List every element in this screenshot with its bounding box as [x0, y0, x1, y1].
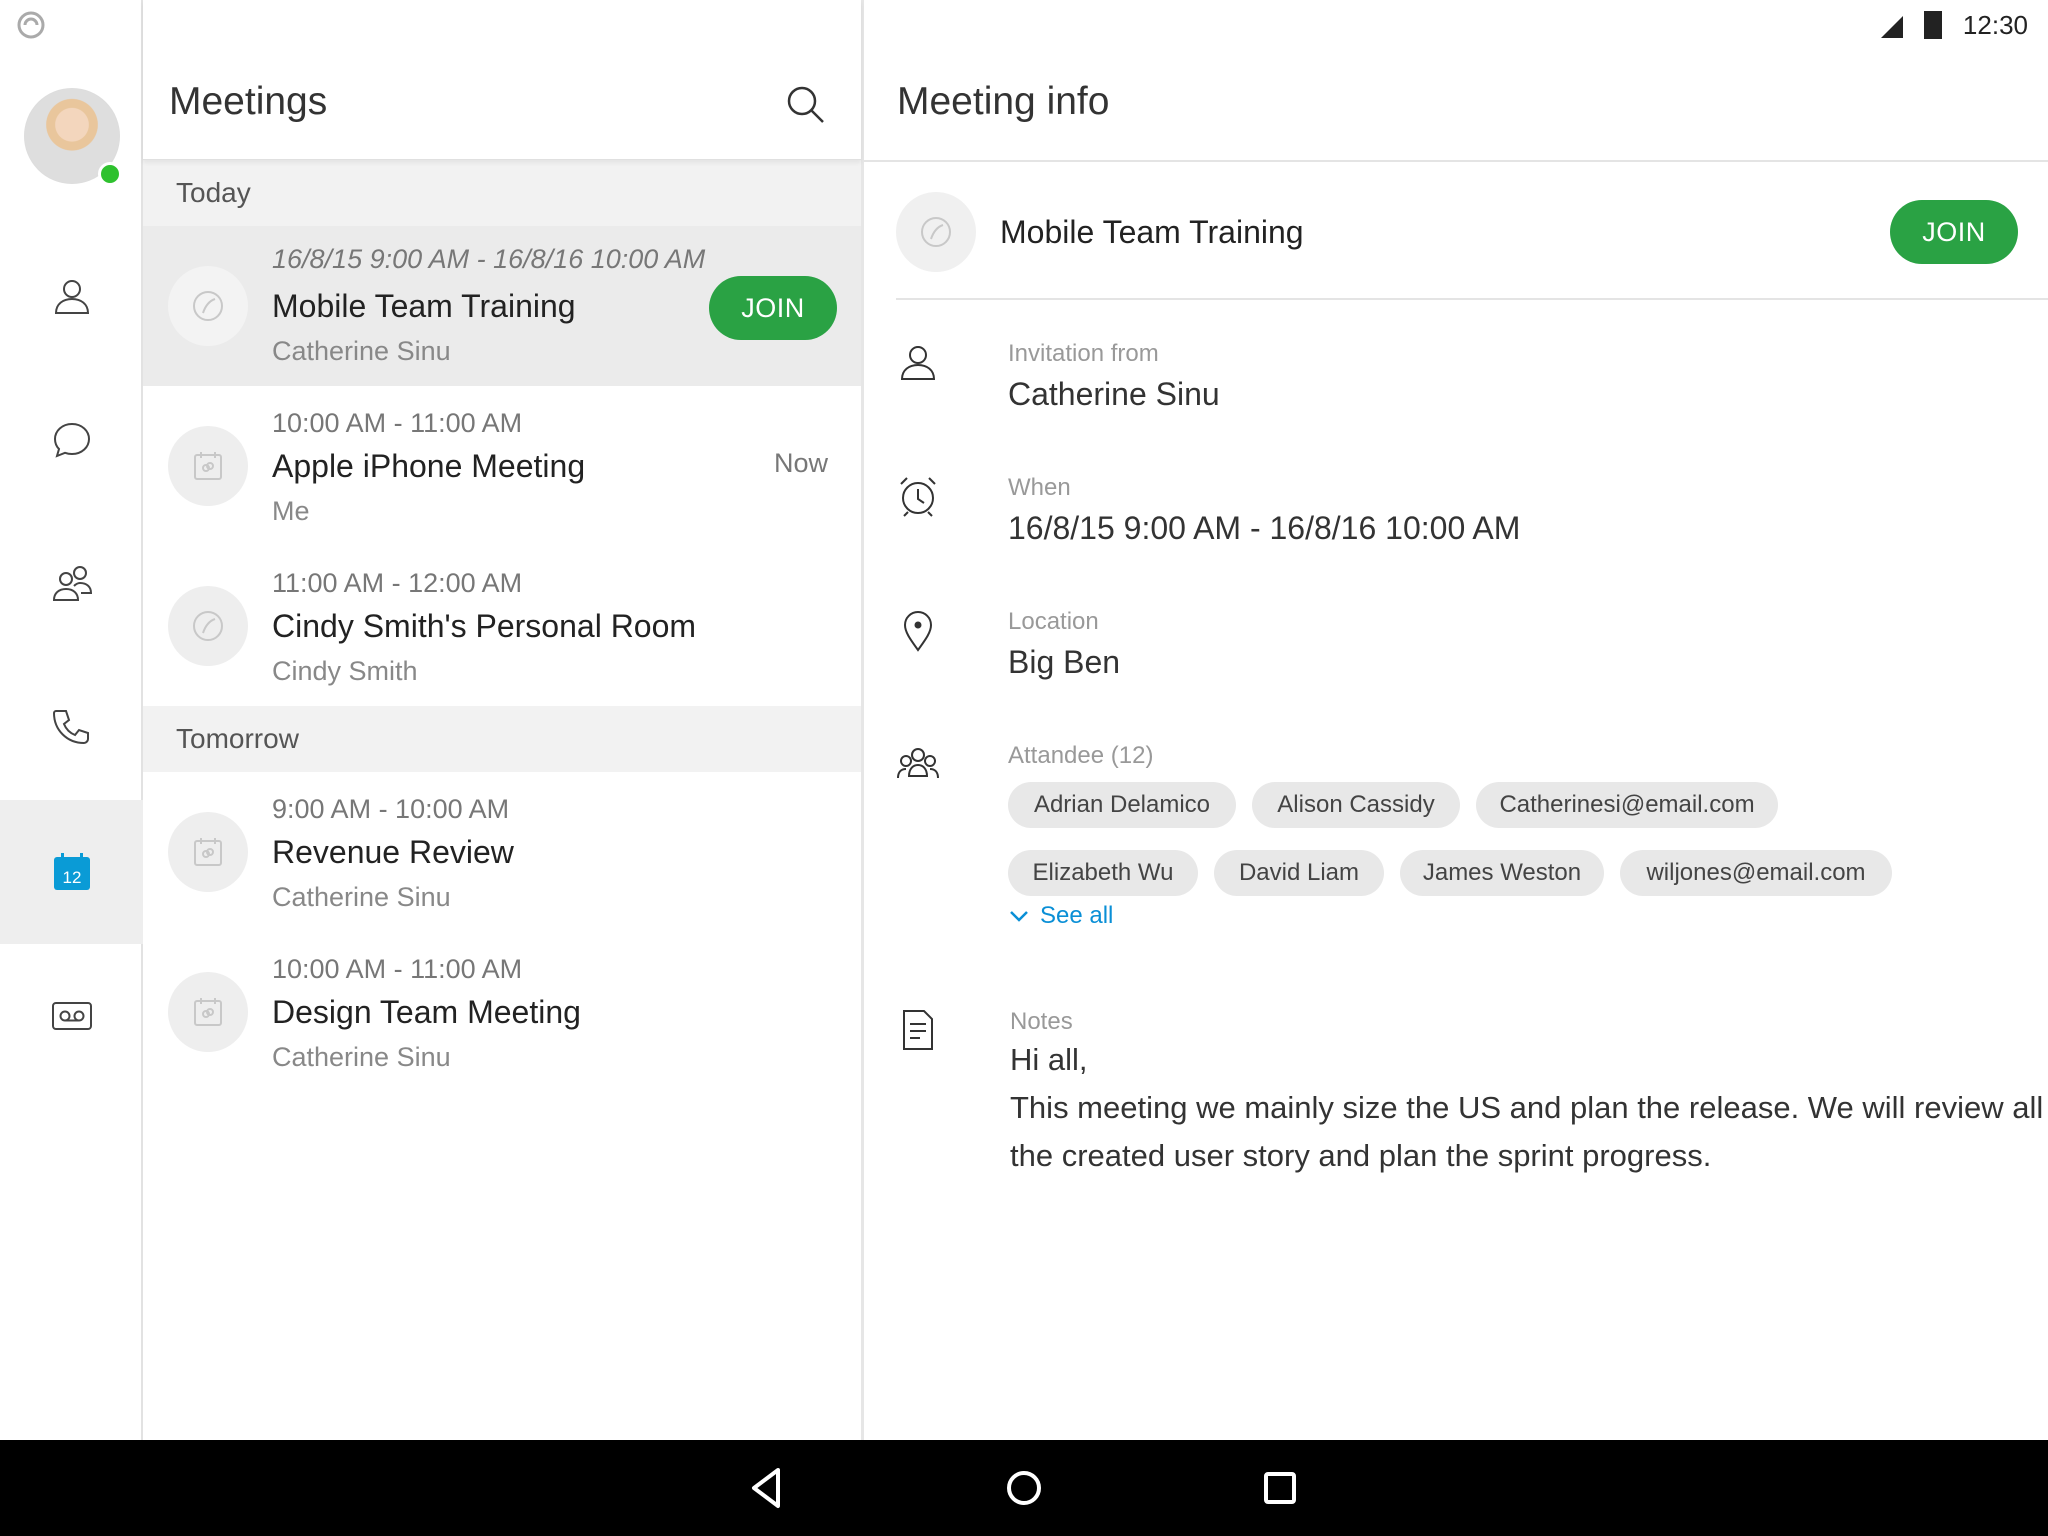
field-label: Invitation from — [1008, 340, 1159, 367]
meeting-host: Cindy Smith — [272, 656, 418, 686]
alarm-clock-icon — [900, 477, 936, 517]
webex-icon — [896, 192, 976, 272]
meeting-name: Design Team Meeting — [272, 994, 581, 1030]
rail-item-chat[interactable] — [0, 368, 143, 512]
back-icon[interactable] — [742, 1462, 794, 1514]
webex-icon — [168, 266, 248, 346]
meeting-calendar-icon — [168, 812, 248, 892]
search-icon[interactable] — [783, 82, 827, 126]
section-header-tomorrow: Tomorrow — [143, 706, 861, 772]
meeting-name: Mobile Team Training — [272, 288, 576, 324]
field-label: Attandee (12) — [1008, 742, 1154, 769]
when-field: When 16/8/15 9:00 AM - 16/8/16 10:00 AM — [896, 474, 2016, 574]
meeting-host: Catherine Sinu — [272, 1042, 451, 1072]
attendees-icon — [897, 748, 939, 779]
presence-status-icon — [98, 162, 122, 186]
chat-icon — [53, 422, 90, 458]
invitation-field: Invitation from Catherine Sinu — [896, 340, 2016, 440]
rail-item-calls[interactable] — [0, 656, 143, 800]
field-label: Location — [1008, 608, 1099, 635]
meeting-calendar-icon — [168, 972, 248, 1052]
calendar-icon: 12 — [53, 853, 90, 890]
meeting-time: 11:00 AM - 12:00 AM — [272, 568, 523, 598]
meetings-list-panel: Meetings Today 16/8/15 9:00 AM - 16/8/16… — [143, 0, 864, 1440]
phone-icon — [52, 710, 89, 745]
navigation-rail: 12 — [0, 0, 143, 1440]
meeting-time: 10:00 AM - 11:00 AM — [272, 954, 523, 984]
page-title: Meetings — [169, 80, 328, 123]
voicemail-icon — [51, 1002, 92, 1030]
inviter-name: Catherine Sinu — [1008, 376, 1220, 412]
meeting-time: 16/8/15 9:00 AM - 16/8/16 10:00 AM — [272, 244, 706, 274]
meeting-info-panel: 12:30 Meeting info Mobile Team Training … — [864, 0, 2048, 1440]
recents-icon[interactable] — [1254, 1462, 1306, 1514]
location-field: Location Big Ben — [896, 608, 2016, 708]
meeting-row[interactable]: 9:00 AM - 10:00 AM Revenue Review Cather… — [143, 772, 861, 932]
meeting-time: 10:00 AM - 11:00 AM — [272, 408, 523, 438]
meeting-name: Cindy Smith's Personal Room — [272, 608, 697, 644]
calendar-badge: 12 — [62, 868, 81, 887]
meeting-row[interactable]: 16/8/15 9:00 AM - 16/8/16 10:00 AM Mobil… — [143, 226, 861, 386]
attendee-chip[interactable]: Adrian Delamico — [1008, 782, 1236, 828]
attendee-chip[interactable]: David Liam — [1214, 850, 1384, 896]
meeting-name: Revenue Review — [272, 834, 514, 870]
join-button[interactable]: JOIN — [1890, 200, 2018, 264]
meeting-row[interactable]: 10:00 AM - 11:00 AM Design Team Meeting … — [143, 932, 861, 1092]
meeting-location: Big Ben — [1008, 644, 1121, 680]
rail-item-voicemail[interactable] — [0, 944, 143, 1088]
notes-line: Hi all, — [1010, 1042, 1088, 1077]
field-label: Notes — [1010, 1008, 1073, 1035]
attendees-field: Attandee (12) Adrian Delamico Alison Cas… — [896, 742, 2016, 962]
attendee-chip[interactable]: James Weston — [1400, 850, 1604, 896]
field-label: When — [1008, 474, 1071, 501]
meeting-host: Catherine Sinu — [272, 336, 451, 366]
detail-header: Meeting info — [864, 0, 2048, 162]
rail-item-meetings[interactable]: 12 — [0, 800, 143, 944]
meeting-time: 9:00 AM - 10:00 AM — [272, 794, 510, 824]
attendee-chip[interactable]: wiljones@email.com — [1620, 850, 1892, 896]
meeting-title: Mobile Team Training — [1000, 214, 1304, 250]
location-pin-icon — [903, 611, 933, 652]
home-icon[interactable] — [998, 1462, 1050, 1514]
notes-line: This meeting we mainly size the US and p… — [1010, 1090, 2044, 1173]
attendee-chip[interactable]: Elizabeth Wu — [1008, 850, 1198, 896]
notes-field: Notes Hi all, This meeting we mainly siz… — [896, 1008, 2043, 1208]
meeting-calendar-icon — [168, 426, 248, 506]
meeting-name: Apple iPhone Meeting — [272, 448, 586, 484]
groups-icon — [52, 566, 92, 601]
see-all-link[interactable]: See all — [1008, 902, 1113, 930]
system-navigation-bar — [0, 1440, 2048, 1536]
notes-body: Hi all, This meeting we mainly size the … — [1010, 1036, 2048, 1180]
meetings-header: Meetings — [143, 0, 861, 160]
meeting-host: Catherine Sinu — [272, 882, 451, 912]
person-icon — [900, 346, 936, 380]
section-header-today: Today — [143, 160, 861, 226]
rail-item-contacts[interactable] — [0, 224, 143, 368]
notes-icon — [903, 1010, 933, 1050]
app-logo-icon — [17, 11, 45, 39]
see-all-label: See all — [1040, 902, 1114, 929]
meeting-row[interactable]: 11:00 AM - 12:00 AM Cindy Smith's Person… — [143, 546, 861, 706]
meeting-summary: Mobile Team Training JOIN — [896, 188, 2048, 300]
meeting-when: 16/8/15 9:00 AM - 16/8/16 10:00 AM — [1008, 510, 1521, 546]
join-button[interactable]: JOIN — [709, 276, 837, 340]
webex-icon — [168, 586, 248, 666]
rail-item-groups[interactable] — [0, 512, 143, 656]
status-badge: Now — [773, 448, 828, 478]
detail-title: Meeting info — [897, 80, 1110, 123]
meeting-row[interactable]: 10:00 AM - 11:00 AM Apple iPhone Meeting… — [143, 386, 861, 546]
meeting-host: Me — [272, 496, 310, 526]
contacts-icon — [54, 280, 89, 314]
attendee-chip[interactable]: Catherinesi@email.com — [1476, 782, 1778, 828]
chevron-down-icon — [1010, 911, 1028, 922]
attendee-chip[interactable]: Alison Cassidy — [1252, 782, 1460, 828]
